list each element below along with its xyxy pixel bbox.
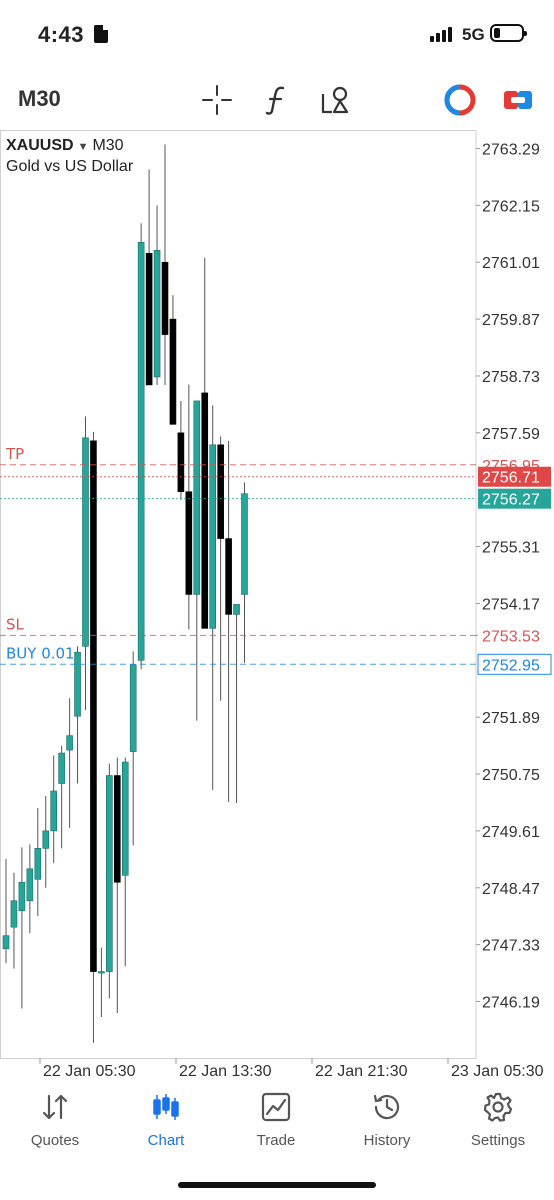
nav-label: History [363,1132,411,1149]
price-chart[interactable]: 2763.29 2762.15 2761.01 2759.87 2758.73 2757.… [0,130,554,1090]
status-bar: 4:43 5G [0,0,554,70]
plot-frame [0,130,477,1059]
bear-candle [201,392,209,629]
bull-candle [50,790,58,832]
bull-candle [193,400,201,595]
y-tick-label: 2746.19 [482,995,540,1012]
network-type: 5G [462,25,485,44]
bull-candle [98,971,105,974]
x-tick-label: 22 Jan 05:30 [43,1063,136,1080]
y-tick-label: 2750.75 [482,767,540,784]
nav-quotes[interactable]: Quotes [0,1090,110,1160]
nav-label: Settings [470,1132,526,1149]
symbol-description: Gold vs US Dollar [6,158,134,175]
chart-icon [153,1094,179,1120]
bull-candle [82,437,89,647]
timeframe-selector[interactable]: M30 [18,86,61,112]
symbol-timeframe: M30 [92,137,124,154]
price-tag-label: 2752.95 [482,657,540,674]
bull-candle [10,900,18,928]
x-tick-label: 22 Jan 21:30 [315,1063,408,1080]
bear-candle [161,261,169,335]
bull-candle [209,444,216,629]
settings-icon [483,1092,513,1122]
nav-trade[interactable]: Trade [221,1090,331,1160]
bull-candle [18,881,26,912]
y-tick-label: 2759.87 [482,312,540,329]
bear-candle [169,318,177,425]
bull-candle [42,830,50,849]
price-level-label: TP [5,445,24,463]
status-time: 4:43 [38,22,85,47]
bull-candle [121,761,129,876]
bull-candle [66,735,73,751]
nav-history[interactable]: History [332,1090,442,1160]
price-tag-label: 2756.27 [482,492,540,509]
bear-candle [177,432,185,492]
y-tick-label: 2755.31 [482,540,540,557]
price-tag-label: 2753.53 [482,628,540,645]
bull-candle [74,652,81,717]
y-tick-label: 2751.89 [482,710,540,727]
bull-candle [2,935,10,949]
quotes-icon [42,1094,68,1120]
trade-icon [261,1092,291,1122]
nav-chart[interactable]: Chart [111,1090,221,1160]
y-tick-label: 2758.73 [482,369,540,386]
bull-candle [58,752,65,784]
y-tick-label: 2754.17 [482,596,540,613]
y-tick-label: 2763.29 [482,142,540,159]
home-indicator [178,1182,376,1188]
nav-label: Trade [256,1132,296,1149]
history-icon [373,1094,400,1120]
y-tick-label: 2761.01 [482,255,540,272]
crosshair-icon[interactable] [199,82,235,118]
nav-label: Chart [147,1132,185,1149]
bear-candle [90,440,97,972]
bear-candle [217,444,224,539]
bull-candle [129,664,137,752]
x-tick-label: 22 Jan 13:30 [179,1063,272,1080]
x-tick-label: 23 Jan 05:30 [451,1063,544,1080]
objects-icon[interactable] [318,82,354,118]
bear-candle [114,775,121,883]
one-click-trading-icon[interactable] [442,82,478,118]
price-tag-label: 2756.71 [482,470,540,487]
function-icon[interactable] [259,82,295,118]
trade-panel-icon[interactable] [500,82,536,118]
y-tick-label: 2762.15 [482,198,540,215]
y-tick-label: 2757.59 [482,426,540,443]
price-level-label: BUY 0.01 [6,644,75,662]
y-tick-label: 2748.47 [482,881,540,898]
nav-label: Quotes [30,1132,80,1149]
cellular-signal-icon [430,26,456,42]
price-level-label: SL [6,615,25,633]
document-icon [94,25,108,43]
bull-candle [241,493,248,595]
bull-candle [233,604,240,615]
bull-candle [34,848,42,880]
battery-icon [490,24,527,42]
bear-candle [185,491,193,595]
chart-symbol-header: XAUUSD ▼ M30 [6,137,124,155]
symbol-dropdown-icon[interactable]: ▼ [78,141,89,153]
y-tick-label: 2749.61 [482,824,540,841]
bull-candle [106,775,113,972]
bull-candle [153,249,161,378]
bull-candle [137,241,145,661]
bear-candle [225,538,232,615]
symbol-name: XAUUSD [6,137,74,154]
bear-candle [145,252,153,386]
nav-settings[interactable]: Settings [443,1090,553,1160]
bull-candle [26,868,34,902]
y-tick-label: 2747.33 [482,938,540,955]
